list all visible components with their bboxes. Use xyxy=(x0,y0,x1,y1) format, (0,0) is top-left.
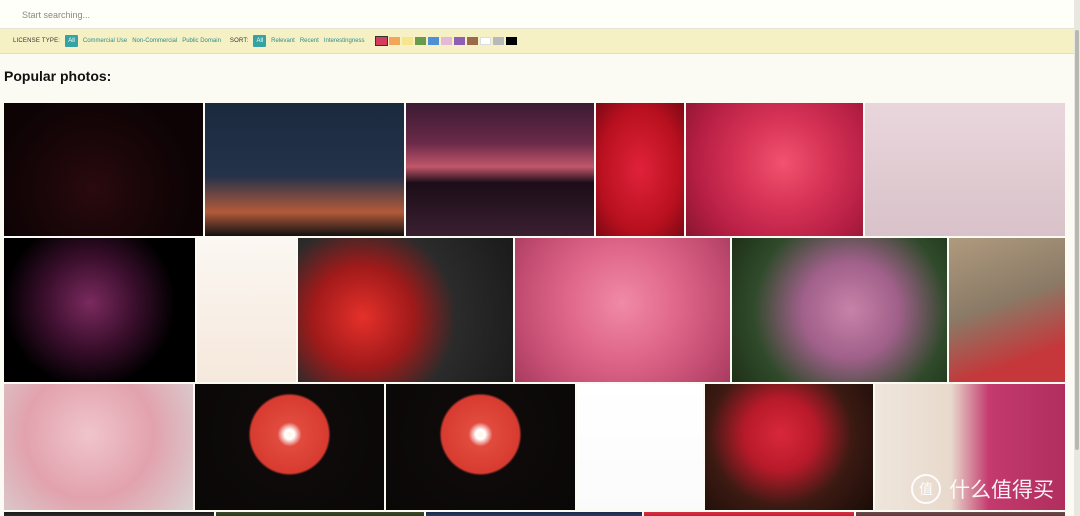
sort-group: SORT: All Relevant Recent Interestingnes… xyxy=(230,35,370,47)
watermark-logo-icon: 值 xyxy=(911,474,941,504)
sort-option-relevant[interactable]: Relevant xyxy=(271,38,295,44)
photo-pink-dice[interactable] xyxy=(865,103,1065,236)
filter-bar: LICENSE TYPE: All Commercial Use Non-Com… xyxy=(0,29,1074,54)
search-bar xyxy=(0,0,1074,29)
photo-bottom-3[interactable] xyxy=(426,512,642,516)
photo-bottom-5[interactable] xyxy=(856,512,1065,516)
photo-night-sky-trees[interactable] xyxy=(205,103,404,236)
sort-option-all[interactable]: All xyxy=(253,35,267,47)
color-swatch-7[interactable] xyxy=(466,37,478,45)
photo-pink-rose[interactable] xyxy=(686,103,863,236)
photo-bottom-2[interactable] xyxy=(216,512,424,516)
license-type-label: LICENSE TYPE: xyxy=(13,38,61,44)
color-swatch-1[interactable] xyxy=(388,37,400,45)
photo-pink-umbrella[interactable] xyxy=(4,384,193,510)
search-input[interactable] xyxy=(22,6,622,24)
color-swatch-2[interactable] xyxy=(401,37,413,45)
watermark: 值 什么值得买 xyxy=(911,474,1054,504)
photo-bottom-4[interactable] xyxy=(644,512,854,516)
license-option-noncommercial[interactable]: Non-Commercial xyxy=(132,38,177,44)
photo-anatomy-body[interactable] xyxy=(197,238,296,382)
photo-purple-daisy[interactable] xyxy=(4,238,195,382)
license-option-public-domain[interactable]: Public Domain xyxy=(182,38,221,44)
scroll-thumb[interactable] xyxy=(1075,30,1079,450)
color-swatch-3[interactable] xyxy=(414,37,426,45)
color-swatch-4[interactable] xyxy=(427,37,439,45)
color-swatch-8[interactable] xyxy=(479,37,491,45)
photo-turkey-head[interactable] xyxy=(949,238,1065,382)
photo-red-roses-bunch[interactable] xyxy=(705,384,873,510)
photo-speedometer[interactable] xyxy=(4,103,203,236)
color-swatch-10[interactable] xyxy=(505,37,517,45)
sort-option-recent[interactable]: Recent xyxy=(300,38,319,44)
photo-red-lamp-2[interactable] xyxy=(386,384,575,510)
color-swatch-group xyxy=(374,36,519,46)
photo-red-lamp-1[interactable] xyxy=(195,384,384,510)
color-swatch-6[interactable] xyxy=(453,37,465,45)
color-swatch-9[interactable] xyxy=(492,37,504,45)
photo-city-skyline-dusk[interactable] xyxy=(406,103,594,236)
color-swatch-0[interactable] xyxy=(374,36,388,46)
sort-label: SORT: xyxy=(229,38,249,44)
photo-red-flower-butterfly[interactable] xyxy=(298,238,513,382)
photo-red-petals[interactable] xyxy=(596,103,684,236)
photo-lilac-rose[interactable] xyxy=(732,238,947,382)
page-title: Popular photos: xyxy=(4,68,112,84)
license-option-all[interactable]: All xyxy=(65,35,78,47)
watermark-text: 什么值得买 xyxy=(949,479,1054,502)
photo-bottom-1[interactable] xyxy=(4,512,214,516)
color-swatch-5[interactable] xyxy=(440,37,452,45)
sort-option-interestingness[interactable]: Interestingness xyxy=(324,38,365,44)
photo-red-heels[interactable] xyxy=(577,384,703,510)
scrollbar[interactable] xyxy=(1074,0,1080,516)
license-option-commercial[interactable]: Commercial Use xyxy=(83,38,127,44)
photo-pink-rose-soft[interactable] xyxy=(515,238,730,382)
